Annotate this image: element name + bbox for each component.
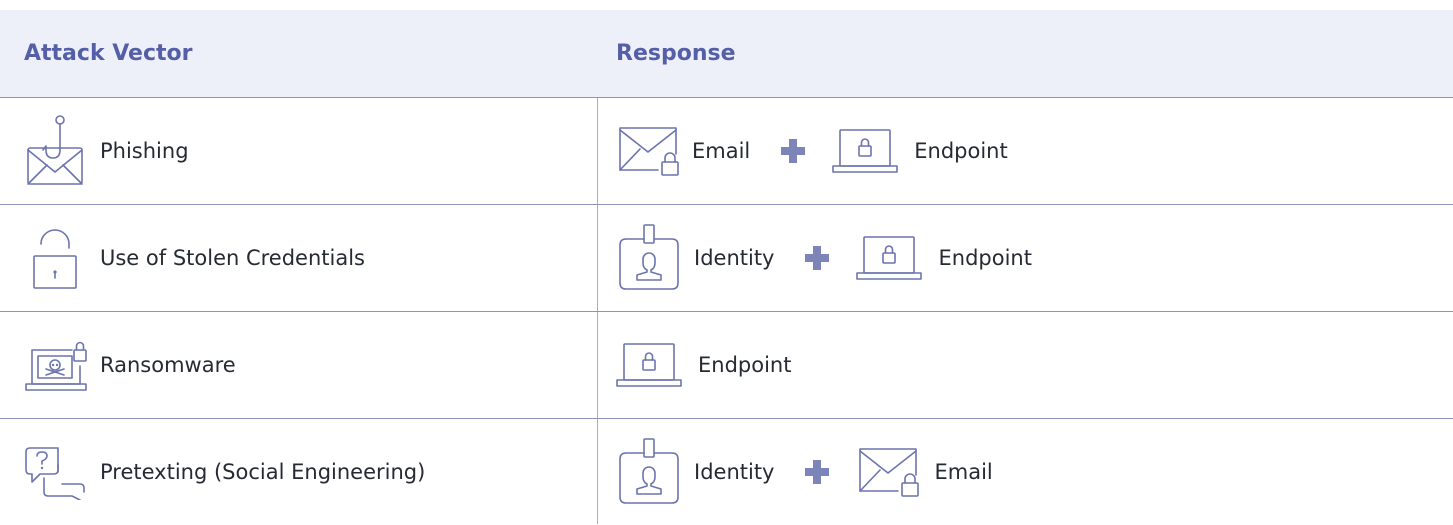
endpoint-icon	[832, 129, 899, 173]
response-label: Identity	[694, 460, 775, 484]
email-icon	[859, 448, 920, 497]
attack-vector-cell: Use of Stolen Credentials	[24, 205, 584, 311]
response-label: Endpoint	[698, 353, 792, 377]
endpoint-icon	[856, 236, 923, 280]
table-row: Phishing Email Endpoint	[0, 97, 1453, 204]
attack-vector-cell: Phishing	[24, 98, 584, 204]
attack-vector-cell: Pretexting (Social Engineering)	[24, 419, 584, 525]
table-row: Ransomware Endpoint	[0, 311, 1453, 418]
table-header: Attack Vector Response	[0, 10, 1453, 97]
open-lock-icon	[33, 229, 77, 289]
table-row: Use of Stolen Credentials Identity Endpo…	[0, 204, 1453, 311]
response-header: Response	[616, 41, 736, 66]
attack-vector-label: Phishing	[100, 139, 189, 163]
ransomware-icon	[25, 341, 87, 391]
attack-vector-label: Ransomware	[100, 353, 236, 377]
attack-vector-header: Attack Vector	[24, 41, 193, 66]
plus-icon	[781, 139, 806, 163]
endpoint-icon	[616, 343, 682, 387]
attack-vector-label: Use of Stolen Credentials	[100, 246, 366, 270]
response-label: Email	[934, 460, 993, 484]
response-label: Email	[692, 139, 751, 163]
response-label: Identity	[694, 246, 775, 270]
response-label: Endpoint	[914, 139, 1008, 163]
identity-icon	[619, 224, 679, 290]
chat-question-icon	[25, 447, 85, 500]
response-cell: Identity Endpoint	[616, 205, 1446, 311]
attack-vector-label: Pretexting (Social Engineering)	[100, 460, 426, 484]
response-cell: Identity Email	[616, 419, 1446, 525]
attack-vector-cell: Ransomware	[24, 312, 584, 418]
plus-icon	[805, 246, 830, 270]
attack-response-table: Attack Vector Response Phishing Email En…	[0, 10, 1453, 525]
table-row: Pretexting (Social Engineering) Identity…	[0, 418, 1453, 525]
plus-icon	[805, 460, 830, 484]
response-cell: Endpoint	[616, 312, 1446, 418]
response-label: Endpoint	[938, 246, 1032, 270]
email-icon	[619, 127, 679, 176]
response-cell: Email Endpoint	[616, 98, 1446, 204]
phishing-icon	[27, 115, 83, 185]
identity-icon	[619, 438, 679, 504]
